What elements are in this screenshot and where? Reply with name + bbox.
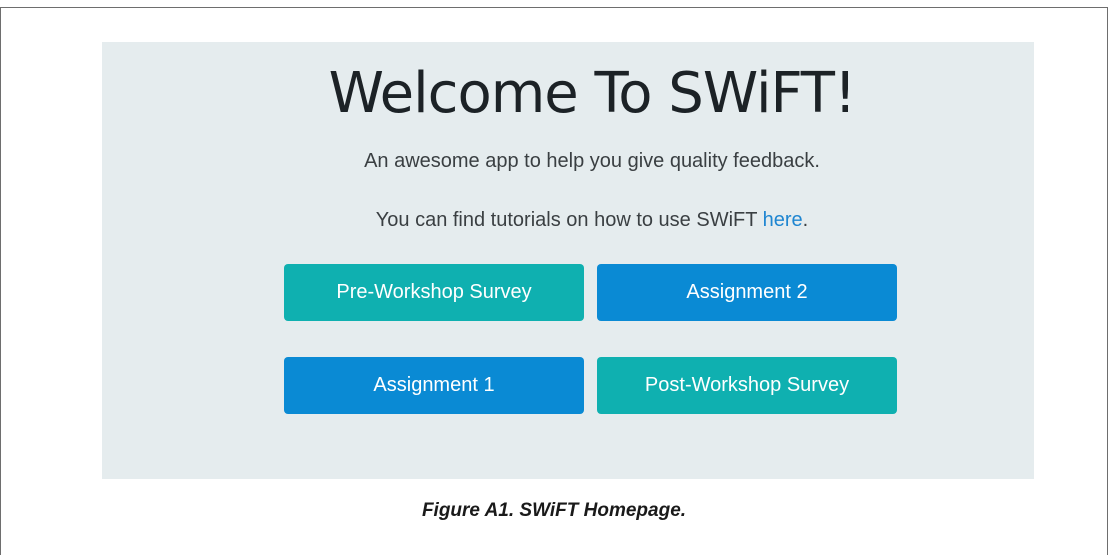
page-title: Welcome To SWiFT! (328, 61, 857, 126)
post-workshop-survey-button[interactable]: Post-Workshop Survey (597, 357, 897, 414)
tutorial-text: You can find tutorials on how to use SWi… (0, 207, 1117, 233)
subtitle: An awesome app to help you give quality … (364, 150, 820, 172)
figure-caption: Figure A1. SWiFT Homepage. (421, 500, 687, 521)
tutorial-suffix: . (802, 209, 809, 231)
tutorial-link[interactable]: here (763, 209, 803, 231)
tutorial-prefix: You can find tutorials on how to use SWi… (375, 209, 763, 231)
assignment-1-button[interactable]: Assignment 1 (284, 357, 584, 414)
assignment-2-button[interactable]: Assignment 2 (597, 264, 897, 321)
pre-workshop-survey-button[interactable]: Pre-Workshop Survey (284, 264, 584, 321)
